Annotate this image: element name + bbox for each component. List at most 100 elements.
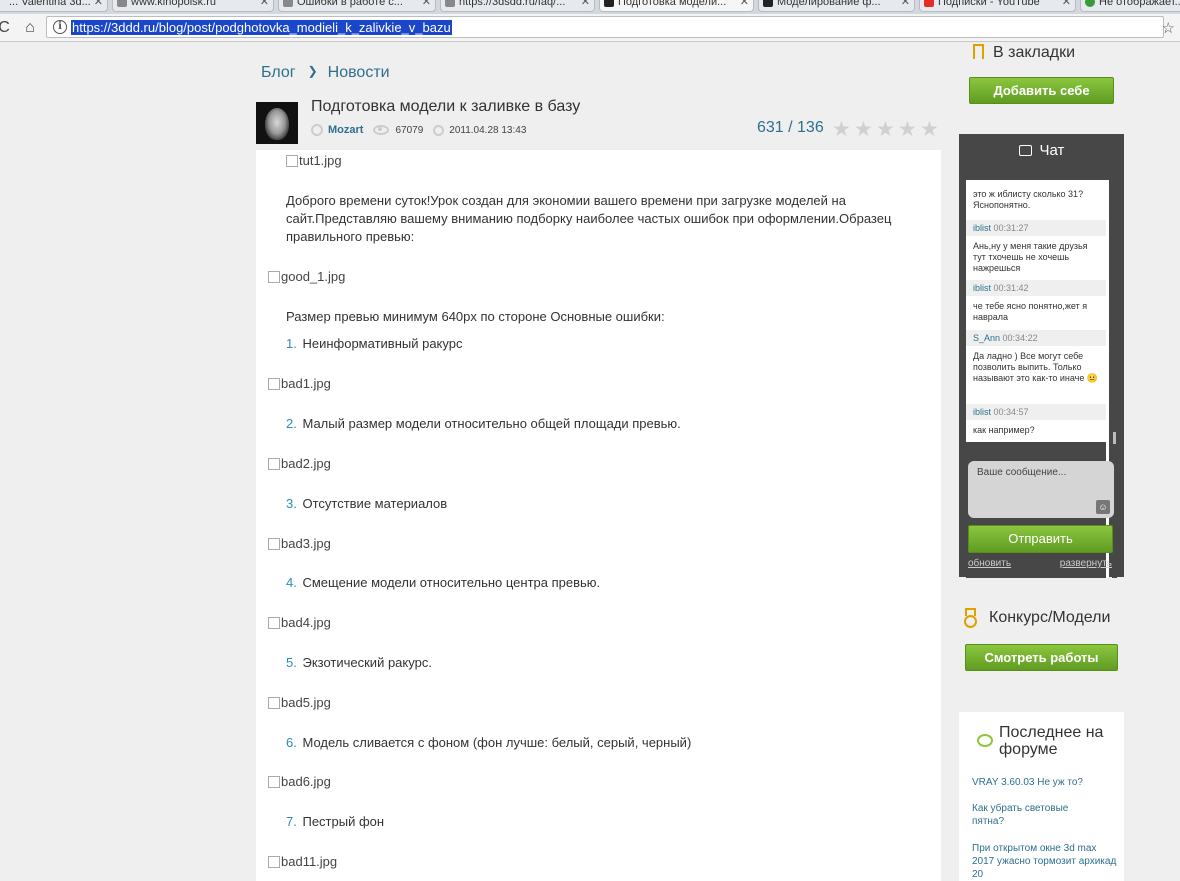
views-count: 67079 — [395, 124, 424, 136]
broken-image: bad6.jpg — [268, 773, 331, 791]
forum-title: Последнее на форуме — [999, 724, 1104, 758]
broken-image: tut1.jpg — [286, 152, 342, 170]
add-bookmark-button[interactable]: Добавить себе — [969, 77, 1114, 104]
favicon-icon — [445, 0, 455, 7]
list-item: 5. Экзотический ракурс. — [286, 655, 432, 670]
bookmark-icon — [973, 44, 984, 59]
bookmark-star-icon[interactable]: ☆ — [1162, 19, 1175, 37]
youtube-favicon-icon — [924, 0, 934, 7]
chat-message-meta: iblist 00:31:42 — [966, 280, 1106, 296]
broken-image: bad11.jpg — [268, 853, 337, 871]
rating-count: 631 / 136 — [757, 119, 824, 136]
chat-message: Да ладно ) Все могут себе позволить выпи… — [966, 348, 1106, 400]
list-item: 1. Неинформативный ракурс — [286, 336, 463, 351]
smiley-icon[interactable]: ☺ — [1096, 500, 1110, 514]
broken-image: bad4.jpg — [268, 614, 331, 632]
post-date: 2011.04.28 13:43 — [449, 124, 527, 136]
chat-scrollbar[interactable] — [1112, 180, 1117, 578]
favicon-icon — [604, 0, 614, 7]
chat-bubble-icon — [1018, 145, 1032, 156]
chat-bubble-icon — [977, 734, 993, 747]
chat-message-input[interactable]: Ваше сообщение... ☺ — [968, 461, 1114, 518]
close-tab-icon[interactable]: ✕ — [260, 0, 269, 10]
close-tab-icon[interactable]: ✕ — [94, 0, 103, 10]
close-tab-icon[interactable]: ✕ — [740, 0, 749, 10]
post-meta: Mozart 67079 2011.04.28 13:43 — [311, 124, 526, 136]
favicon-icon — [1085, 0, 1095, 7]
list-item: 7. Пестрый фон — [286, 814, 385, 829]
broken-image-icon — [268, 856, 280, 868]
broken-image-icon — [286, 155, 298, 167]
info-icon[interactable]: i — [53, 20, 67, 34]
chat-message: че тебе ясно понятно,жет я наврала — [966, 298, 1106, 328]
broken-image-icon — [268, 458, 280, 470]
reload-icon[interactable]: C — [0, 18, 14, 38]
breadcrumb-news-link[interactable]: Новости — [328, 64, 390, 82]
star-icon[interactable]: ★ — [832, 117, 854, 142]
chat-message: это ж иблисту сколько 31? Яснопонятно. — [966, 188, 1106, 214]
forum-link[interactable]: VRAY 3.60.03 Не уж то? — [972, 776, 1117, 789]
forum-link[interactable]: Как убрать световые пятна? — [972, 802, 1092, 828]
list-item: 4. Смещение модели относительно центра п… — [286, 575, 601, 590]
chat-log[interactable]: это ж иблисту сколько 31? Яснопонятно. i… — [966, 180, 1109, 578]
star-icon[interactable]: ★ — [920, 117, 942, 142]
browser-tab[interactable]: Не отображает... — [1080, 0, 1180, 12]
send-button[interactable]: Отправить — [968, 525, 1113, 553]
close-tab-icon[interactable]: ✕ — [422, 0, 431, 10]
broken-image: bad2.jpg — [268, 455, 331, 473]
browser-tab-active[interactable]: Подготовка модели... ✕ — [599, 0, 754, 12]
close-tab-icon[interactable]: ✕ — [581, 0, 590, 10]
forum-panel: Последнее на форуме VRAY 3.60.03 Не уж т… — [959, 712, 1124, 881]
chevron-right-icon: ❯ — [307, 64, 318, 78]
broken-image: bad5.jpg — [268, 694, 331, 712]
breadcrumb-blog-link[interactable]: Блог — [261, 64, 296, 82]
scrollbar-thumb[interactable] — [1113, 432, 1116, 444]
chat-message-meta: iblist 00:34:57 — [966, 404, 1106, 420]
medal-icon — [962, 608, 979, 628]
browser-tab[interactable]: Ошибки в работе с... ✕ — [278, 0, 436, 12]
browser-tab-strip: ... Valentina 3d... ✕ www.kinopoisk.ru ✕ О… — [0, 0, 1180, 14]
star-icon[interactable]: ★ — [898, 117, 920, 142]
refresh-link[interactable]: обновить — [968, 558, 1011, 569]
browser-tab[interactable]: https://3dsdd.ru/faq/... ✕ — [440, 0, 595, 12]
close-tab-icon[interactable]: ✕ — [1062, 0, 1071, 10]
broken-image-icon — [268, 697, 280, 709]
favicon-icon — [283, 0, 293, 7]
browser-tab[interactable]: Моделирование ф... ✕ — [758, 0, 915, 12]
star-icon[interactable]: ★ — [854, 117, 876, 142]
expand-link[interactable]: развернуть — [1060, 558, 1112, 569]
url-field[interactable]: i https://3ddd.ru/blog/post/podghotovka_… — [46, 16, 1175, 38]
list-item: 3. Отсутствие материалов — [286, 496, 448, 511]
home-icon[interactable]: ⌂ — [20, 18, 40, 38]
list-item: 2. Малый размер модели относительно обще… — [286, 416, 681, 431]
broken-image-icon — [268, 271, 280, 283]
broken-image-icon — [268, 776, 280, 788]
browser-tab[interactable]: www.kinopoisk.ru ✕ — [112, 0, 274, 12]
breadcrumb: Блог ❯ Новости — [261, 64, 390, 82]
broken-image: bad1.jpg — [268, 375, 331, 393]
chat-message: Ань,ну у меня такие друзья тут тхочешь н… — [966, 238, 1106, 278]
address-bar: C ⌂ i https://3ddd.ru/blog/post/podghoto… — [0, 14, 1180, 42]
view-works-button[interactable]: Смотреть работы — [965, 644, 1118, 671]
post-content: tut1.jpg Доброго времени суток!Урок созд… — [256, 150, 941, 881]
eye-icon — [373, 125, 390, 135]
broken-image-icon — [268, 617, 280, 629]
author-link[interactable]: Mozart — [328, 124, 363, 136]
broken-image: good_1.jpg — [268, 268, 345, 286]
url-text[interactable]: https://3ddd.ru/blog/post/podghotovka_mo… — [71, 20, 452, 35]
browser-tab[interactable]: ... Valentina 3d... ✕ — [0, 0, 108, 12]
star-icon[interactable]: ★ — [876, 117, 898, 142]
chat-message-meta: S_Ann 00:34:22 — [966, 330, 1106, 346]
contest-title: Конкурс/Модели — [989, 609, 1111, 626]
favicon-icon — [117, 0, 127, 7]
clock-icon — [433, 124, 445, 136]
post-title: Подготовка модели к заливке в базу — [311, 98, 581, 115]
browser-tab[interactable]: Подписки - YouTube ✕ — [919, 0, 1076, 12]
forum-link[interactable]: При открытом окне 3d max 2017 ужасно тор… — [972, 842, 1117, 881]
close-tab-icon[interactable]: ✕ — [901, 0, 910, 10]
list-item: 6. Модель сливается с фоном (фон лучше: … — [286, 735, 692, 750]
author-avatar[interactable] — [256, 102, 298, 144]
intro-paragraph: Доброго времени суток!Урок создан для эк… — [286, 193, 892, 244]
chat-message: как например? — [966, 422, 1106, 440]
chat-header: Чат — [959, 134, 1124, 168]
